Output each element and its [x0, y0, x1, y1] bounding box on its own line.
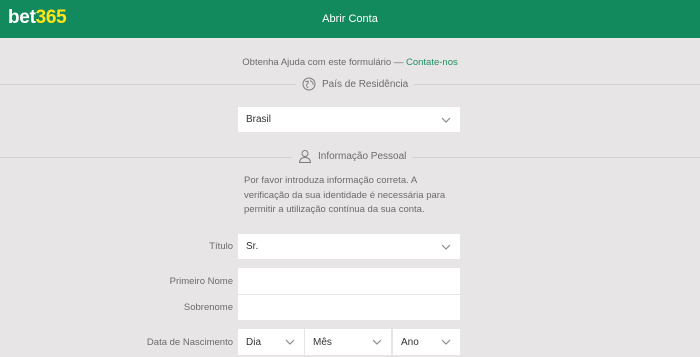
title-select-value: Sr.: [246, 241, 259, 252]
residence-heading: País de Residência: [296, 77, 415, 91]
last-name-label: Sobrenome: [183, 302, 233, 313]
help-text: Obtenha Ajuda com este formulário —: [242, 57, 404, 68]
page-title: Abrir Conta: [322, 13, 378, 25]
personal-heading-label: Informação Pessoal: [318, 150, 407, 162]
dob-day-select[interactable]: Dia: [238, 329, 304, 355]
country-select-value: Brasil: [246, 114, 272, 125]
person-icon: [298, 150, 312, 163]
last-name-field[interactable]: [238, 295, 460, 320]
personal-intro-text: Por favor introduza informação correta. …: [244, 175, 446, 215]
chevron-down-icon: [285, 339, 295, 345]
contact-link[interactable]: Contate-nos: [406, 57, 458, 68]
personal-heading: Informação Pessoal: [292, 149, 413, 163]
dob-month-select[interactable]: Mês: [305, 329, 391, 355]
chevron-down-icon: [441, 244, 451, 250]
chevron-down-icon: [372, 339, 382, 345]
dob-day-value: Dia: [246, 336, 262, 348]
chevron-down-icon: [441, 339, 451, 345]
chevron-down-icon: [441, 117, 451, 123]
dob-month-value: Mês: [313, 336, 332, 348]
title-label: Título: [209, 241, 233, 252]
dob-year-select[interactable]: Ano: [393, 329, 460, 355]
residence-heading-label: País de Residência: [322, 78, 409, 90]
first-name-field[interactable]: [238, 268, 460, 294]
globe-icon: [302, 77, 316, 91]
dob-year-value: Ano: [401, 336, 419, 348]
help-line: Obtenha Ajuda com este formulário — Cont…: [0, 57, 700, 68]
header-bar: bet365 Abrir Conta: [0, 0, 700, 38]
country-select[interactable]: Brasil: [238, 107, 460, 132]
title-select[interactable]: Sr.: [238, 234, 460, 259]
dob-label: Data de Nascimento: [146, 337, 233, 348]
first-name-label: Primeiro Nome: [169, 276, 233, 287]
